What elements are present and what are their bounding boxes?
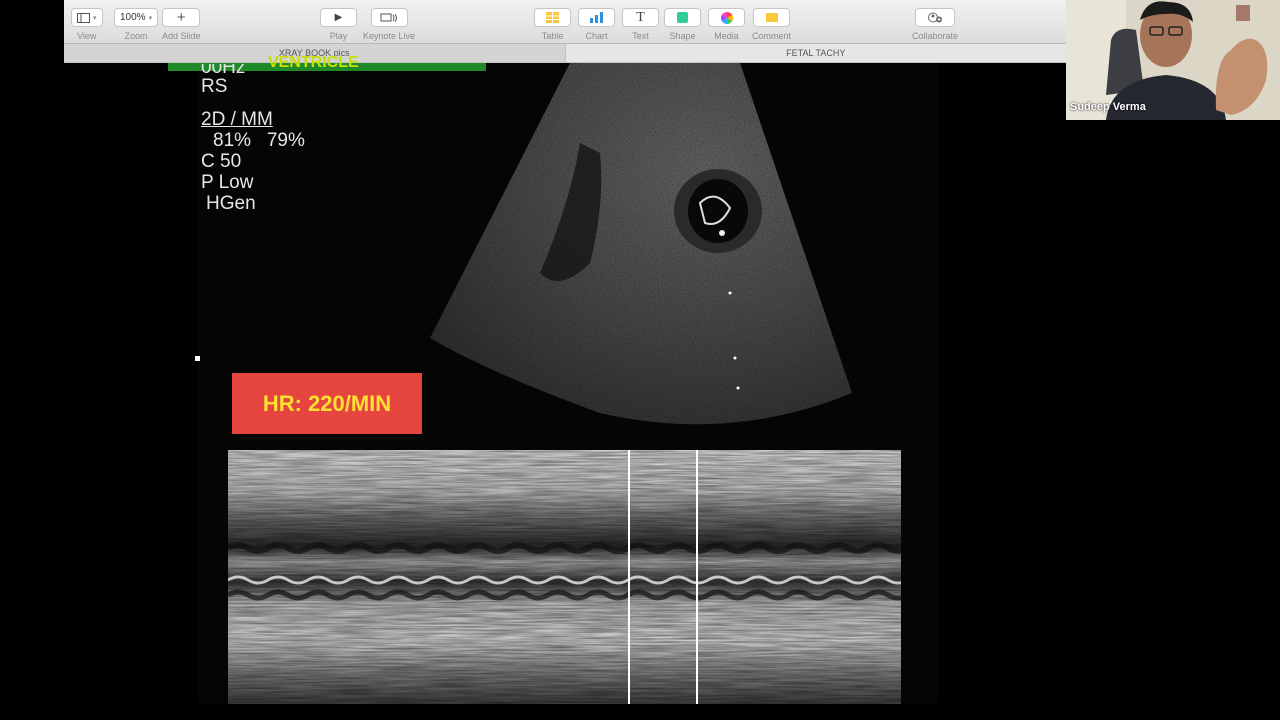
- view-control[interactable]: ▾ View: [71, 8, 103, 41]
- selection-handle[interactable]: [195, 356, 200, 361]
- add-slide-button[interactable]: +: [162, 8, 201, 27]
- text-control[interactable]: T Text: [622, 8, 659, 41]
- play-button[interactable]: ▶: [320, 8, 357, 27]
- zoom-value: 100%: [120, 12, 146, 23]
- chart-control[interactable]: Chart: [578, 8, 615, 41]
- chevron-down-icon: ▾: [148, 14, 153, 22]
- keynote-live-control[interactable]: Keynote Live: [363, 8, 415, 41]
- zoom-label: Zoom: [124, 31, 148, 41]
- text-label: Text: [632, 31, 649, 41]
- photos-icon: [720, 11, 733, 24]
- m-mode-trace-image: [228, 450, 901, 704]
- media-control[interactable]: Media: [708, 8, 745, 41]
- collaborate-button[interactable]: [915, 8, 956, 27]
- participant-name: Sudeep Verma: [1070, 101, 1146, 113]
- shape-icon: [677, 12, 688, 23]
- table-control[interactable]: Table: [534, 8, 571, 41]
- add-slide-control[interactable]: + Add Slide: [162, 8, 201, 41]
- comment-button[interactable]: [753, 8, 790, 27]
- zoom-select[interactable]: 100% ▾: [114, 8, 159, 27]
- comment-label: Comment: [752, 31, 792, 41]
- table-label: Table: [541, 31, 564, 41]
- broadcast-icon: [380, 13, 398, 22]
- sidebar-icon: [77, 12, 90, 23]
- ultrasound-gain: 81% 79%: [213, 130, 305, 151]
- shape-label: Shape: [669, 31, 696, 41]
- document-tab-bar: XRAY BOOK pics FETAL TACHY: [64, 44, 1066, 63]
- play-icon: ▶: [334, 12, 343, 23]
- view-button[interactable]: ▾: [71, 8, 103, 27]
- ultrasound-line-rs: RS: [201, 76, 228, 97]
- table-icon: [546, 12, 559, 23]
- collaborate-control[interactable]: Collaborate: [912, 8, 958, 41]
- heart-rate-label: HR: 220/MIN: [232, 373, 422, 434]
- keynote-live-button[interactable]: [370, 8, 408, 27]
- plus-icon: +: [176, 9, 186, 26]
- table-button[interactable]: [534, 8, 571, 27]
- ultrasound-line-frequency: 00Hz: [201, 64, 246, 76]
- ultrasound-parameters: 00Hz RS 2D / MM 81% 79% C 50 P Low HGen: [201, 64, 305, 214]
- media-button[interactable]: [708, 8, 745, 27]
- keynote-live-label: Keynote Live: [363, 31, 416, 41]
- ultrasound-param-c: C 50: [201, 151, 242, 172]
- chart-button[interactable]: [578, 8, 615, 27]
- comment-control[interactable]: Comment: [752, 8, 791, 41]
- play-control[interactable]: ▶ Play: [320, 8, 357, 41]
- play-label: Play: [329, 31, 348, 41]
- collaborate-label: Collaborate: [912, 31, 959, 41]
- comment-icon: [765, 13, 778, 22]
- chart-icon: [590, 12, 603, 23]
- ultrasound-mode: 2D / MM: [201, 109, 273, 130]
- keynote-toolbar: ▾ View 100% ▾ Zoom + Add Slide ▶ Play Ke…: [64, 0, 1066, 44]
- text-button[interactable]: T: [622, 8, 659, 27]
- chart-label: Chart: [585, 31, 608, 41]
- zoom-control[interactable]: 100% ▾ Zoom: [114, 8, 159, 41]
- heart-rate-text: HR: 220/MIN: [262, 390, 392, 416]
- collaborate-icon: [928, 12, 943, 23]
- shape-button[interactable]: [664, 8, 701, 27]
- view-label: View: [77, 31, 97, 41]
- tab-fetal-tachy[interactable]: FETAL TACHY: [566, 44, 1067, 62]
- ultrasound-param-p: P Low: [201, 172, 254, 193]
- ultrasound-sector-image: [430, 63, 852, 425]
- media-label: Media: [714, 31, 739, 41]
- ultrasound-param-hgen: HGen: [206, 193, 256, 214]
- text-icon: T: [636, 9, 645, 25]
- add-slide-label: Add Slide: [162, 31, 201, 41]
- shape-control[interactable]: Shape: [664, 8, 701, 41]
- chevron-down-icon: ▾: [93, 14, 97, 22]
